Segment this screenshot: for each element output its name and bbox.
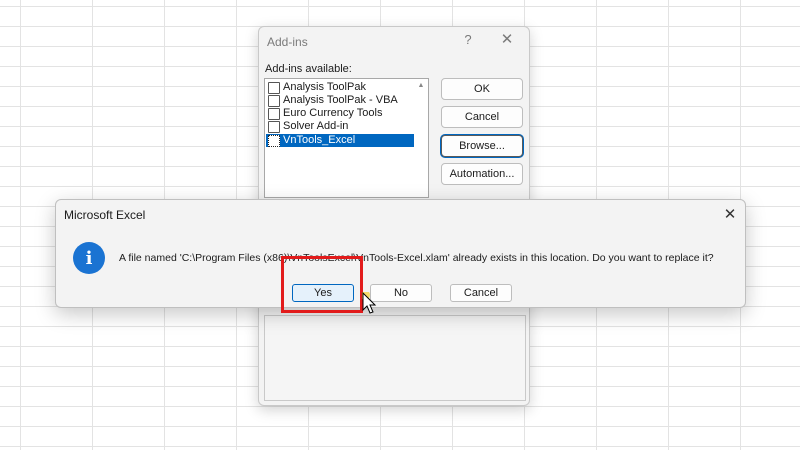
info-icon: i — [73, 242, 105, 274]
cancel-button[interactable]: Cancel — [450, 284, 512, 302]
checkbox-icon[interactable] — [268, 120, 280, 133]
addin-description-panel — [264, 315, 526, 401]
automation-button[interactable]: Automation... — [441, 163, 523, 185]
no-button[interactable]: No — [370, 284, 432, 302]
message-box-title: Microsoft Excel — [64, 208, 146, 222]
excel-message-box: Microsoft Excel ✕ i A file named 'C:\Pro… — [55, 199, 746, 308]
addin-item-solver-addin[interactable]: Solver Add-in — [266, 120, 414, 133]
addin-item-analysis-toolpak-vba[interactable]: Analysis ToolPak - VBA — [266, 94, 414, 107]
addin-item-label: Solver Add-in — [283, 120, 349, 132]
cancel-button[interactable]: Cancel — [441, 106, 523, 128]
addins-dialog-title: Add-ins — [267, 35, 308, 49]
info-icon-glyph: i — [85, 247, 93, 269]
checkbox-icon[interactable] — [268, 134, 280, 147]
close-icon[interactable]: ✕ — [499, 30, 515, 48]
cursor-icon — [362, 292, 377, 314]
addin-item-euro-currency-tools[interactable]: Euro Currency Tools — [266, 107, 414, 120]
addin-item-label: VnTools_Excel — [283, 134, 356, 146]
addin-item-label: Analysis ToolPak — [283, 81, 366, 93]
ok-button[interactable]: OK — [441, 78, 523, 100]
checkbox-icon[interactable] — [268, 94, 280, 107]
checkbox-icon[interactable] — [268, 107, 280, 120]
checkbox-icon[interactable] — [268, 81, 280, 94]
scroll-up-icon[interactable]: ▲ — [416, 82, 426, 89]
browse-button[interactable]: Browse... — [441, 135, 523, 157]
yes-button[interactable]: Yes — [292, 284, 354, 302]
help-icon[interactable]: ? — [461, 32, 475, 47]
addins-list[interactable]: Analysis ToolPak Analysis ToolPak - VBA … — [264, 78, 429, 198]
addin-item-label: Analysis ToolPak - VBA — [283, 94, 398, 106]
addin-item-label: Euro Currency Tools — [283, 107, 383, 119]
close-icon[interactable]: ✕ — [722, 205, 738, 223]
addins-available-label: Add-ins available: — [265, 63, 352, 75]
addin-item-analysis-toolpak[interactable]: Analysis ToolPak — [266, 81, 414, 94]
message-text: A file named 'C:\Program Files (x86)\VnT… — [119, 252, 714, 264]
addin-item-vntools-excel[interactable]: VnTools_Excel — [266, 134, 414, 147]
